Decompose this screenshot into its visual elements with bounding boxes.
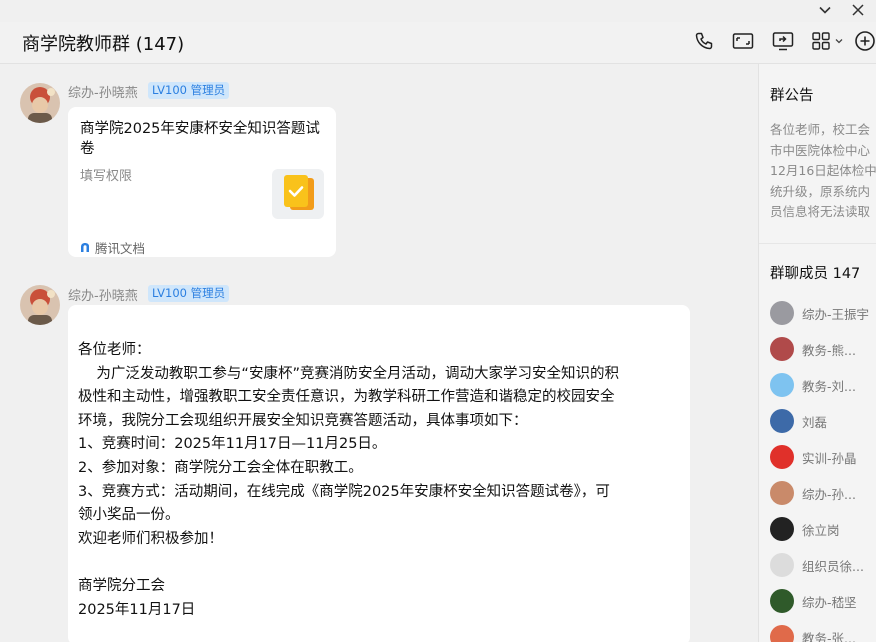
add-icon[interactable] xyxy=(853,29,876,53)
member-name: 实训-孙晶 xyxy=(802,450,857,466)
member-item[interactable]: 组织员徐... xyxy=(770,552,876,578)
window-titlebar xyxy=(0,0,876,22)
member-name: 刘磊 xyxy=(802,414,828,430)
message-line: 各位老师： xyxy=(78,342,151,358)
notice-content[interactable]: 各位老师，校工会 市中医院体检中心 12月16日起体检中 统升级，原系统内 员信息将无法… xyxy=(770,120,876,223)
member-item[interactable]: 教务-刘... xyxy=(770,372,876,398)
member-avatar xyxy=(770,517,794,541)
member-avatar xyxy=(770,553,794,577)
doc-permission: 填写权限 xyxy=(80,169,133,184)
member-name: 徐立岗 xyxy=(802,522,840,538)
message-line xyxy=(78,551,683,575)
member-name: 教务-熊... xyxy=(802,342,856,358)
message-line: 3、竞赛方式：活动期间，在线完成《商学院2025年安康杯安全知识答题试卷》，可 xyxy=(78,483,610,500)
message-line: 领小奖品一份。 xyxy=(78,507,180,524)
member-item[interactable]: 综办-嵇坚 xyxy=(770,588,876,614)
message-text[interactable]: 各位老师： 为广泛发动教职工参与“安康杯”竞赛消防安全月活动，调动大家学习安全知… xyxy=(78,339,683,622)
message-line: 2、参加对象：商学院分工会全体在职教工。 xyxy=(78,459,363,476)
phone-icon[interactable] xyxy=(692,29,716,53)
members-heading[interactable]: 群聊成员 147 xyxy=(770,262,860,283)
close-icon[interactable] xyxy=(850,2,866,18)
notice-line: 统升级，原系统内 xyxy=(770,183,871,199)
screen-share-icon[interactable] xyxy=(771,29,795,53)
member-name: 综办-孙... xyxy=(802,486,856,502)
group-info-panel: 群公告 各位老师，校工会 市中医院体检中心 12月16日起体检中 统升级，原系统内 员信… xyxy=(759,64,876,642)
chat-message-list[interactable]: 综办-孙晓燕 LV100 管理员 商学院2025年安康杯安全知识答题试卷 填写权… xyxy=(0,64,758,642)
notice-line: 各位老师，校工会 xyxy=(770,122,871,137)
doc-source-label: 腾讯文档 xyxy=(95,241,146,256)
member-item[interactable]: 刘磊 xyxy=(770,408,876,434)
message-line: 欢迎老师们积极参加！ xyxy=(78,530,223,547)
role-badge: LV100 管理员 xyxy=(148,82,230,99)
doc-thumbnail xyxy=(272,169,324,219)
chevron-down-icon[interactable] xyxy=(817,2,833,18)
member-avatar xyxy=(770,373,794,397)
chat-header: 商学院教师群 (147) xyxy=(0,22,876,64)
member-item[interactable]: 实训-孙晶 xyxy=(770,444,876,470)
tencent-docs-icon xyxy=(81,243,89,252)
member-avatar xyxy=(770,445,794,469)
member-item[interactable]: 教务-张... xyxy=(770,624,876,642)
message-line: 1、竞赛时间：2025年11月17日—11月25日。 xyxy=(78,436,387,453)
message-line: 商学院分工会 xyxy=(78,577,165,594)
member-name: 教务-刘... xyxy=(802,378,856,394)
member-item[interactable]: 综办-孙... xyxy=(770,480,876,506)
message-line: 环境，我院分工会现组织开展安全知识竞赛答题活动，具体事项如下： xyxy=(78,412,528,429)
message-line: 为广泛发动教职工参与“安康杯”竞赛消防安全月活动，调动大家学习安全知识的积 xyxy=(78,365,619,382)
apps-grid-icon[interactable] xyxy=(811,29,849,53)
notice-line: 12月16日起体检中 xyxy=(770,163,876,178)
notice-heading[interactable]: 群公告 xyxy=(770,84,814,105)
role-badge: LV100 管理员 xyxy=(148,285,230,302)
sender-avatar[interactable] xyxy=(20,83,60,123)
notice-line: 员信息将无法读取 xyxy=(770,204,871,219)
sender-name[interactable]: 综办-孙晓燕 xyxy=(68,285,138,304)
text-message-bubble[interactable]: 各位老师： 为广泛发动教职工参与“安康杯”竞赛消防安全月活动，调动大家学习安全知… xyxy=(68,305,690,642)
section-divider xyxy=(759,243,876,244)
member-avatar xyxy=(770,481,794,505)
member-avatar xyxy=(770,409,794,433)
member-item[interactable]: 徐立岗 xyxy=(770,516,876,542)
sender-name[interactable]: 综办-孙晓燕 xyxy=(68,82,138,101)
member-name: 组织员徐... xyxy=(802,558,864,574)
form-check-icon xyxy=(284,175,314,210)
member-avatar xyxy=(770,589,794,613)
sender-avatar[interactable] xyxy=(20,285,60,325)
member-avatar xyxy=(770,625,794,642)
message-line: 极性和主动性，增强教职工安全责任意识，为教学科研工作营造和谐稳定的校园安全 xyxy=(78,389,615,406)
video-icon[interactable] xyxy=(731,29,755,53)
member-avatar xyxy=(770,301,794,325)
member-item[interactable]: 教务-熊... xyxy=(770,336,876,362)
member-avatar xyxy=(770,337,794,361)
member-name: 综办-嵇坚 xyxy=(802,594,857,610)
member-name: 教务-张... xyxy=(802,630,856,642)
chat-title: 商学院教师群 (147) xyxy=(22,34,185,55)
doc-card[interactable]: 商学院2025年安康杯安全知识答题试卷 填写权限 腾讯文档 xyxy=(68,107,336,257)
doc-source: 腾讯文档 xyxy=(80,238,145,257)
message-line: 2025年11月17日 xyxy=(78,601,196,618)
member-item[interactable]: 综办-王振宇 xyxy=(770,300,876,326)
notice-line: 市中医院体检中心 xyxy=(770,142,871,158)
member-name: 综办-王振宇 xyxy=(802,306,870,322)
doc-title: 商学院2025年安康杯安全知识答题试卷 xyxy=(80,121,320,157)
